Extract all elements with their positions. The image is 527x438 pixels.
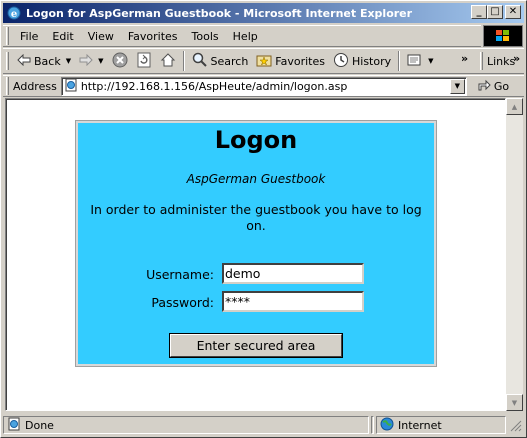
- refresh-button[interactable]: [132, 50, 156, 72]
- history-label: History: [352, 54, 392, 68]
- menu-favorites[interactable]: Favorites: [121, 30, 185, 43]
- status-zone-cell: Internet: [376, 416, 506, 434]
- globe-icon: [380, 417, 394, 434]
- window-title: Logon for AspGerman Guestbook - Microsof…: [26, 6, 413, 20]
- address-dropdown-button[interactable]: ▼: [449, 78, 465, 94]
- forward-arrow-icon: [79, 53, 93, 69]
- refresh-icon: [136, 52, 152, 71]
- password-row: Password: ****: [78, 291, 434, 313]
- maximize-button[interactable]: □: [487, 5, 503, 19]
- toolbar-grip[interactable]: [6, 52, 9, 70]
- chevron-down-icon: ▼: [98, 57, 104, 65]
- zone-label: Internet: [398, 418, 442, 432]
- minimize-button[interactable]: _: [471, 5, 487, 19]
- status-text-cell: Done: [3, 416, 369, 434]
- menu-edit[interactable]: Edit: [45, 30, 80, 43]
- stop-button[interactable]: [108, 50, 132, 72]
- favorites-icon: [256, 52, 272, 71]
- address-field[interactable]: http://192.168.1.156/AspHeute/admin/logo…: [60, 76, 467, 96]
- vertical-scrollbar[interactable]: ▲ ▼: [506, 98, 523, 411]
- search-icon: [192, 52, 208, 71]
- chevron-down-icon: ▼: [428, 57, 434, 65]
- password-label: Password:: [151, 295, 214, 310]
- page-content: Logon AspGerman Guestbook In order to ad…: [5, 98, 506, 411]
- links-button[interactable]: Links: [487, 55, 515, 68]
- logon-panel: Logon AspGerman Guestbook In order to ad…: [75, 120, 437, 367]
- title-bar[interactable]: e Logon for AspGerman Guestbook - Micros…: [3, 3, 524, 23]
- username-row: Username: demo: [78, 263, 434, 285]
- favorites-button[interactable]: Favorites: [252, 50, 329, 72]
- back-arrow-icon: [17, 53, 31, 69]
- back-label: Back: [34, 54, 61, 68]
- back-button[interactable]: Back ▼: [13, 50, 75, 72]
- close-button[interactable]: ✕: [505, 5, 521, 19]
- username-input[interactable]: demo: [222, 263, 364, 284]
- go-button[interactable]: Go: [477, 78, 509, 95]
- page-done-icon: [7, 417, 21, 434]
- page-subtitle: AspGerman Guestbook: [186, 172, 326, 186]
- history-icon: [333, 52, 349, 71]
- forward-button[interactable]: ▼: [75, 50, 107, 72]
- go-arrow-icon: [477, 78, 491, 95]
- page-title: Logon: [214, 126, 298, 154]
- status-bar: Done Internet: [3, 415, 524, 435]
- scroll-up-button[interactable]: ▲: [506, 98, 523, 115]
- status-divider: [371, 416, 374, 434]
- stop-icon: [112, 52, 128, 71]
- favorites-label: Favorites: [275, 54, 325, 68]
- browser-window: e Logon for AspGerman Guestbook - Micros…: [0, 0, 527, 438]
- links-grip[interactable]: [480, 52, 483, 70]
- menu-grip[interactable]: [6, 27, 9, 45]
- chevron-down-icon: ▼: [65, 57, 72, 65]
- password-input[interactable]: ****: [222, 291, 364, 312]
- go-label: Go: [493, 79, 510, 93]
- toolbar-separator: [182, 51, 185, 71]
- standard-toolbar: Back ▼ ▼ Search Favorites History ▼ »: [3, 48, 477, 74]
- resize-grip-icon[interactable]: [508, 418, 522, 432]
- address-url[interactable]: http://192.168.1.156/AspHeute/admin/logo…: [81, 80, 348, 93]
- mail-button[interactable]: ▼: [403, 50, 437, 72]
- address-bar: Address http://192.168.1.156/AspHeute/ad…: [3, 75, 524, 97]
- search-button[interactable]: Search: [188, 50, 253, 72]
- svg-text:e: e: [11, 9, 17, 20]
- menu-bar: File Edit View Favorites Tools Help: [3, 25, 481, 47]
- toolbar-more-chevron[interactable]: »: [461, 52, 468, 65]
- chevron-down-icon: ▼: [454, 82, 460, 90]
- page-icon: [64, 78, 78, 95]
- ie-icon: e: [6, 5, 22, 21]
- windows-logo-icon: [483, 25, 523, 47]
- address-grip[interactable]: [6, 77, 9, 95]
- home-button[interactable]: [156, 50, 180, 72]
- links-more-chevron[interactable]: »: [513, 52, 520, 65]
- links-bar: Links »: [477, 48, 524, 74]
- menu-help[interactable]: Help: [226, 30, 265, 43]
- menu-view[interactable]: View: [81, 30, 121, 43]
- scroll-down-button[interactable]: ▼: [506, 394, 523, 411]
- menu-tools[interactable]: Tools: [185, 30, 226, 43]
- search-label: Search: [210, 54, 249, 68]
- username-label: Username:: [146, 267, 214, 282]
- toolbar-separator: [398, 51, 401, 71]
- menu-file[interactable]: File: [13, 30, 45, 43]
- home-icon: [160, 52, 176, 71]
- mail-icon: [407, 52, 423, 71]
- address-label: Address: [13, 79, 57, 93]
- status-text: Done: [25, 418, 54, 432]
- logon-message: In order to administer the guestbook you…: [90, 202, 422, 233]
- history-button[interactable]: History: [329, 50, 395, 72]
- enter-secured-area-button[interactable]: Enter secured area: [170, 334, 342, 357]
